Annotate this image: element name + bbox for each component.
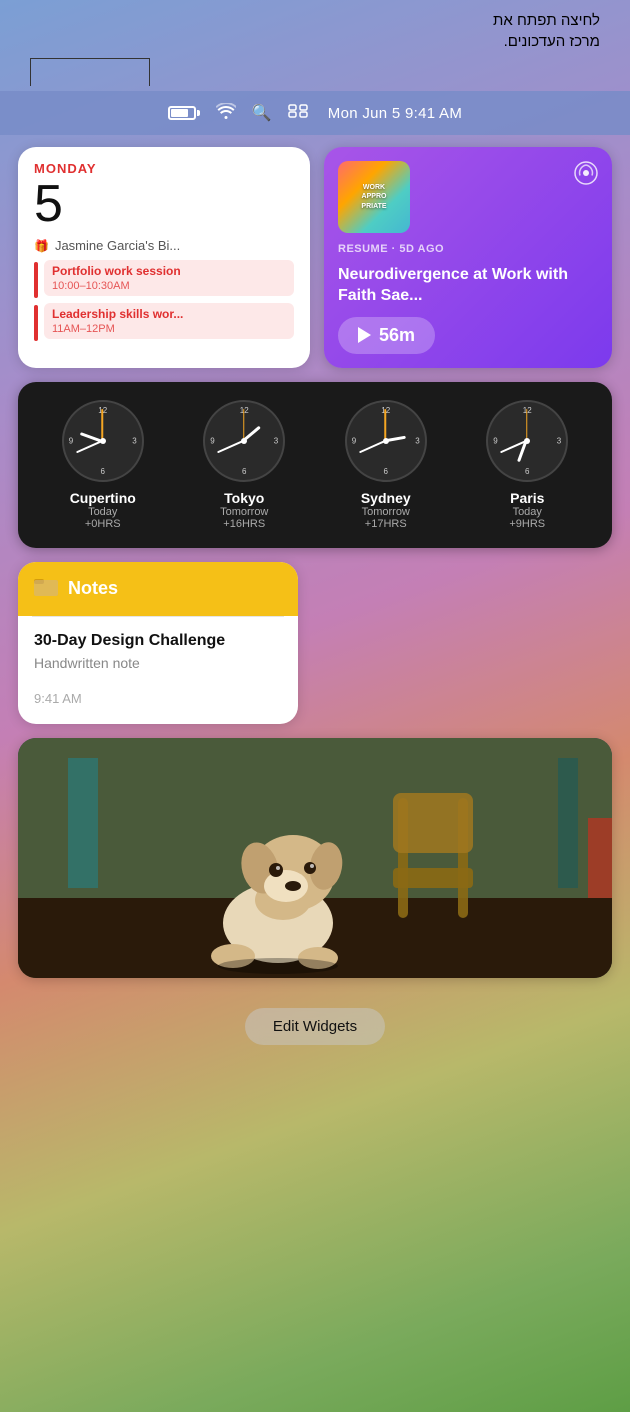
photo-widget[interactable]: [18, 738, 612, 978]
calendar-event-1: Portfolio work session 10:00–10:30AM: [34, 260, 294, 298]
clock-center-tokyo: [241, 438, 247, 444]
event-content-2: Leadership skills wor... 11AM–12PM: [44, 303, 294, 339]
second-hand-tokyo: [243, 409, 245, 441]
notes-folder-icon: [34, 576, 58, 602]
clock-label-sydney: Sydney Tomorrow +17HRS: [361, 490, 411, 530]
clock-label-tokyo: Tokyo Tomorrow +16HRS: [220, 490, 268, 530]
control-center-icon[interactable]: [288, 103, 308, 124]
podcast-episode-title: Neurodivergence at Work with Faith Sae..…: [338, 265, 598, 307]
notes-title: Notes: [68, 578, 118, 599]
tooltip-area: לחיצה תפתח את מרכז העדכונים.: [0, 0, 630, 91]
clock-cupertino: 12 3 6 9 Cupertino Today +0HRS: [62, 400, 144, 530]
clock-widget[interactable]: 12 3 6 9 Cupertino Today +0HRS: [18, 382, 612, 548]
widgets-area: MONDAY 5 🎁 Jasmine Garcia's Bi... Portfo…: [0, 135, 630, 1085]
event-bar-1: [34, 262, 38, 298]
play-triangle-icon: [358, 327, 371, 343]
clock-sydney: 12 3 6 9 Sydney Tomorrow +17HRS: [345, 400, 427, 530]
calendar-widget[interactable]: MONDAY 5 🎁 Jasmine Garcia's Bi... Portfo…: [18, 147, 310, 368]
edit-widgets-button[interactable]: Edit Widgets: [245, 1008, 385, 1045]
tooltip-line2: מרכז העדכונים.: [504, 33, 600, 50]
note-time: 9:41 AM: [34, 691, 282, 706]
second-hand-cupertino: [101, 409, 103, 441]
photo-scene: [18, 738, 612, 978]
clock-face-tokyo: 12 3 6 9: [203, 400, 285, 482]
edit-widgets-area: Edit Widgets: [18, 992, 612, 1065]
note-title: 30-Day Design Challenge: [34, 631, 282, 652]
podcast-duration: 56m: [379, 325, 415, 346]
notes-header: Notes: [18, 562, 298, 616]
calendar-date: 5: [34, 178, 294, 230]
clock-face-sydney: 12 3 6 9: [345, 400, 427, 482]
clock-tokyo: 12 3 6 9 Tokyo Tomorrow +16HRS: [203, 400, 285, 530]
status-bar: 🔍 Mon Jun 5 9:41 AM: [0, 91, 630, 135]
event-title-1: Portfolio work session: [52, 264, 286, 280]
event-title-2: Leadership skills wor...: [52, 307, 286, 323]
podcast-artwork-text: WORKAPPROPRIATE: [357, 179, 390, 214]
podcast-header: WORKAPPROPRIATE: [338, 161, 598, 233]
top-row: MONDAY 5 🎁 Jasmine Garcia's Bi... Portfo…: [18, 147, 612, 368]
battery-icon: [168, 106, 200, 120]
clock-label-cupertino: Cupertino Today +0HRS: [70, 490, 136, 530]
second-hand-sydney: [384, 409, 386, 441]
event-time-2: 11AM–12PM: [52, 323, 286, 335]
birthday-icon: 🎁: [34, 239, 49, 253]
notes-content: 30-Day Design Challenge Handwritten note…: [18, 617, 298, 725]
notes-widget[interactable]: Notes 30-Day Design Challenge Handwritte…: [18, 562, 298, 725]
podcast-app-icon: [574, 161, 598, 191]
clock-paris: 12 3 6 9 Paris Today +9HRS: [486, 400, 568, 530]
clock-center-paris: [524, 438, 530, 444]
tooltip-line1: לחיצה תפתח את: [493, 12, 600, 29]
calendar-birthday: 🎁 Jasmine Garcia's Bi...: [34, 238, 294, 253]
tooltip-bracket: [30, 58, 150, 86]
podcasts-widget[interactable]: WORKAPPROPRIATE RESUME · 5D AGO Neurodiv…: [324, 147, 612, 368]
podcast-play-button[interactable]: 56m: [338, 317, 435, 354]
search-icon[interactable]: 🔍: [252, 103, 272, 123]
event-bar-2: [34, 305, 38, 341]
birthday-text: Jasmine Garcia's Bi...: [55, 238, 180, 253]
clock-center-sydney: [383, 438, 389, 444]
clock-face-cupertino: 12 3 6 9: [62, 400, 144, 482]
datetime-label: Mon Jun 5 9:41 AM: [328, 105, 462, 122]
event-content-1: Portfolio work session 10:00–10:30AM: [44, 260, 294, 296]
clock-face-paris: 12 3 6 9: [486, 400, 568, 482]
note-subtitle: Handwritten note: [34, 655, 282, 671]
podcast-artwork: WORKAPPROPRIATE: [338, 161, 410, 233]
wifi-icon: [216, 103, 236, 124]
podcast-resume-label: RESUME · 5D AGO: [338, 243, 598, 255]
clock-center-cupertino: [100, 438, 106, 444]
second-hand-paris: [526, 409, 528, 441]
calendar-day-label: MONDAY: [34, 161, 294, 176]
calendar-event-2: Leadership skills wor... 11AM–12PM: [34, 303, 294, 341]
clock-label-paris: Paris Today +9HRS: [509, 490, 545, 530]
event-time-1: 10:00–10:30AM: [52, 280, 286, 292]
